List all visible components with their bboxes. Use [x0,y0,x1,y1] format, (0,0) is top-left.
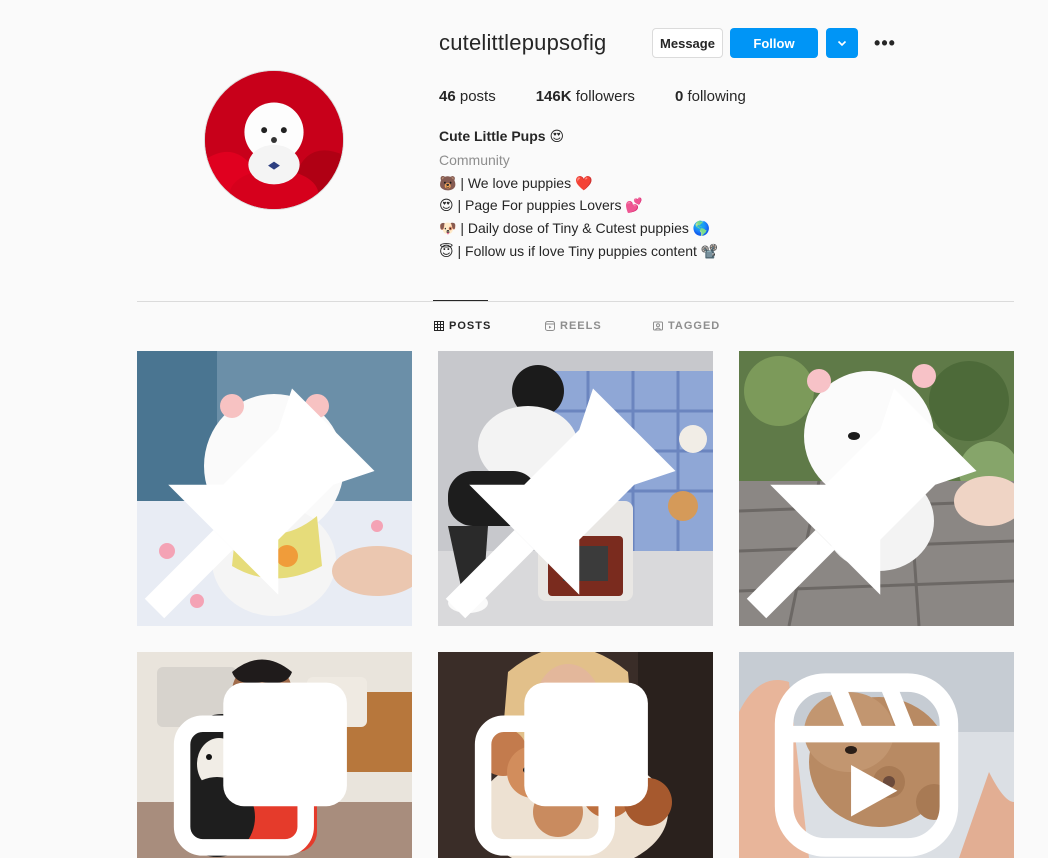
post-tile[interactable] [438,652,713,858]
pin-icon [144,388,375,619]
message-button[interactable]: Message [652,28,723,58]
active-tab-indicator [433,300,488,301]
suggested-accounts-button[interactable] [826,28,858,58]
posts-label: posts [459,88,496,105]
following-count: 0 [674,88,684,105]
follow-button[interactable]: Follow [730,28,818,58]
more-icon: ••• [874,32,896,53]
post-tile[interactable] [739,652,1014,858]
profile-username: cutelittlepupsofig [439,30,607,55]
profile-avatar[interactable] [204,70,344,210]
tab-tagged-label: TAGGED [668,320,721,332]
tab-posts[interactable]: POSTS [434,320,491,332]
bio-line: 🐶 | Daily dose of Tiny & Cutest puppies … [439,220,711,236]
followers-stat[interactable]: 146K followers [536,88,635,105]
carousel-icon [474,682,648,856]
pin-icon [746,388,977,619]
bio-line: 🐻 | We love puppies ❤️ [439,175,593,191]
chevron-down-icon [837,40,847,47]
pin-icon [445,388,676,619]
grid-icon [434,321,444,331]
following-stat[interactable]: 0 following [675,88,746,105]
tabs-divider [137,301,1014,302]
bio-line: 😇 | Follow us if love Tiny puppies conte… [439,243,719,259]
carousel-icon [173,682,347,856]
tab-tagged[interactable]: TAGGED [653,320,720,332]
reels-icon [774,673,959,857]
post-tile[interactable] [438,351,713,626]
tab-reels[interactable]: REELS [545,320,602,332]
followers-count: 146K [535,88,572,105]
post-tile[interactable] [137,652,412,858]
posts-stat: 46 posts [439,88,496,105]
tab-reels-label: REELS [560,320,602,332]
reels-icon [545,321,555,331]
following-label: following [687,88,746,105]
post-tile[interactable] [137,351,412,626]
profile-category: Community [439,152,510,168]
more-options-button[interactable]: ••• [872,28,898,58]
profile-full-name: Cute Little Pups 😍 [439,128,565,144]
bio-line: 😍 | Page For puppies Lovers 💕 [439,197,643,213]
profile-stats: 46 posts 146K followers 0 following [439,88,786,105]
post-tile[interactable] [739,351,1014,626]
tab-posts-label: POSTS [449,320,492,332]
tagged-icon [653,321,663,331]
followers-label: followers [575,88,635,105]
posts-count: 46 [439,88,456,105]
